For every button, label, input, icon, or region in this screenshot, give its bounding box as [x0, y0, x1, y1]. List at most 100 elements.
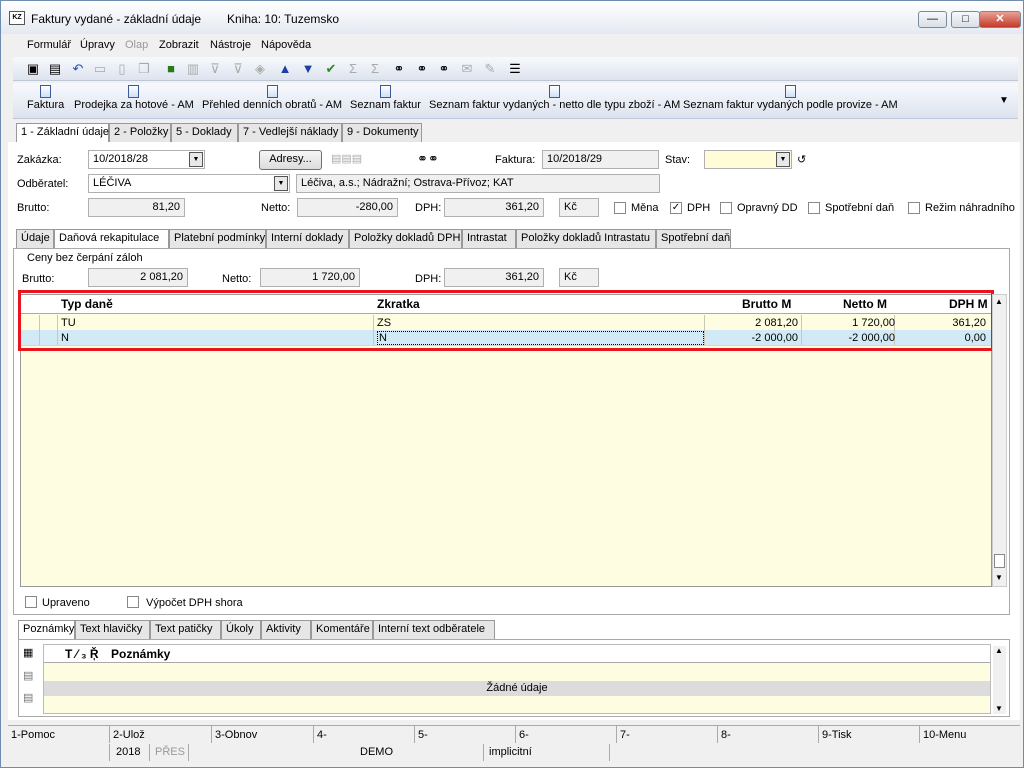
- notes-header-col[interactable]: Poznámky: [111, 647, 170, 661]
- fkey-8[interactable]: 8-: [721, 729, 731, 741]
- zakazka-field[interactable]: 10/2018/28 ▼: [88, 150, 205, 169]
- table-scrollbar[interactable]: ▲ ▼: [992, 294, 1007, 587]
- minimize-button[interactable]: —: [918, 11, 947, 28]
- tab-intrastat[interactable]: Intrastat: [462, 229, 516, 248]
- add-note-icon[interactable]: ▦: [23, 646, 33, 659]
- tab-dokumenty[interactable]: 9 - Dokumenty: [342, 123, 422, 142]
- report-seznam[interactable]: Seznam faktur: [350, 85, 421, 111]
- open-icon[interactable]: ▭: [92, 61, 108, 77]
- cell-zkratka[interactable]: N: [377, 331, 704, 345]
- scroll-down-icon[interactable]: ▼: [995, 704, 1003, 713]
- report-prehled[interactable]: Přehled denních obratů - AM: [202, 85, 342, 111]
- sum-icon[interactable]: Σ: [345, 61, 361, 77]
- delete-note-icon[interactable]: ▤: [23, 691, 33, 704]
- stack-icon[interactable]: ◈: [252, 61, 268, 77]
- col-typ-dane[interactable]: Typ daně: [61, 297, 113, 311]
- report-prodejka[interactable]: Prodejka za hotové - AM: [74, 85, 194, 111]
- tab-interni-doklady[interactable]: Interní doklady: [266, 229, 349, 248]
- tab-polozky-dph[interactable]: Položky dokladů DPH: [349, 229, 462, 248]
- tab-polozky-intrastatu[interactable]: Položky dokladů Intrastatu: [516, 229, 656, 248]
- table-row[interactable]: N N -2 000,00 -2 000,00 0,00: [21, 330, 991, 346]
- edit-icon[interactable]: ✎: [482, 61, 498, 77]
- vypocet-checkbox[interactable]: [127, 596, 139, 608]
- tab-ukoly[interactable]: Úkoly: [221, 620, 261, 639]
- col-netto[interactable]: Netto M: [843, 297, 887, 311]
- report-faktura[interactable]: Faktura: [27, 85, 64, 111]
- menu-napoveda[interactable]: Nápověda: [261, 39, 311, 51]
- mail-icon[interactable]: ✉: [459, 61, 475, 77]
- opravny-checkbox[interactable]: [720, 202, 732, 214]
- lock-icon[interactable]: ■: [163, 61, 179, 77]
- report-seznam-netto[interactable]: Seznam faktur vydaných - netto dle typu …: [429, 85, 680, 111]
- copy-icon[interactable]: ❐: [136, 61, 152, 77]
- tab-spotrebni-dan[interactable]: Spotřební daň: [656, 229, 731, 248]
- rezim-checkbox[interactable]: [908, 202, 920, 214]
- chevron-down-icon[interactable]: ▼: [274, 176, 288, 191]
- fkey-5[interactable]: 5-: [418, 729, 428, 741]
- filter-clear-icon[interactable]: ⊽: [230, 61, 246, 77]
- upraveno-checkbox[interactable]: [25, 596, 37, 608]
- scroll-up-icon[interactable]: ▲: [995, 646, 1003, 655]
- tab-text-paticky[interactable]: Text patičky: [150, 620, 221, 639]
- fkey-2[interactable]: 2-Ulož: [113, 729, 145, 741]
- tab-text-hlavicky[interactable]: Text hlavičky: [75, 620, 150, 639]
- menu-formular[interactable]: Formulář: [27, 39, 71, 51]
- tab-vedlejsi-naklady[interactable]: 7 - Vedlejší náklady: [238, 123, 342, 142]
- binoculars-icon[interactable]: ⚭⚭: [417, 151, 439, 167]
- chevron-down-icon[interactable]: ▼: [999, 95, 1009, 106]
- edit-note-icon[interactable]: ▤: [23, 669, 33, 682]
- menu-zobrazit[interactable]: Zobrazit: [159, 39, 199, 51]
- fkey-9[interactable]: 9-Tisk: [822, 729, 852, 741]
- chevron-down-icon[interactable]: ▼: [776, 152, 790, 167]
- faktura-field[interactable]: 10/2018/29: [542, 150, 659, 169]
- fkey-10[interactable]: 10-Menu: [923, 729, 966, 741]
- fkey-3[interactable]: 3-Obnov: [215, 729, 257, 741]
- save-icon[interactable]: ▣: [25, 61, 41, 77]
- tab-interni-text[interactable]: Interní text odběratele: [373, 620, 495, 639]
- scroll-up-icon[interactable]: ▲: [995, 297, 1003, 306]
- tab-zakladni-udaje[interactable]: 1 - Základní údaje: [16, 123, 109, 143]
- arrow-down-icon[interactable]: ▼: [300, 61, 316, 77]
- check-icon[interactable]: ✔: [323, 61, 339, 77]
- menu-olap[interactable]: Olap: [125, 39, 148, 51]
- report-seznam-provize[interactable]: Seznam faktur vydaných podle provize - A…: [683, 85, 898, 111]
- adresy-button[interactable]: Adresy...: [259, 150, 322, 170]
- chevron-down-icon[interactable]: ▼: [189, 152, 203, 167]
- save-as-icon[interactable]: ▤: [47, 61, 63, 77]
- history-icon[interactable]: ↺: [797, 153, 806, 166]
- menu-lines-icon[interactable]: ☰: [507, 61, 523, 77]
- binoculars-icon[interactable]: ⚭: [391, 61, 407, 77]
- col-zkratka[interactable]: Zkratka: [377, 297, 420, 311]
- tab-udaje[interactable]: Údaje: [16, 229, 54, 248]
- fkey-1[interactable]: 1-Pomoc: [11, 729, 55, 741]
- fkey-4[interactable]: 4-: [317, 729, 327, 741]
- scroll-thumb[interactable]: [994, 554, 1005, 568]
- find-filter-icon[interactable]: ⚭: [436, 61, 452, 77]
- col-brutto[interactable]: Brutto M: [742, 297, 791, 311]
- dph-checkbox[interactable]: ✓: [670, 202, 682, 214]
- mena-checkbox[interactable]: [614, 202, 626, 214]
- tab-komentare[interactable]: Komentáře: [311, 620, 373, 639]
- fkey-7[interactable]: 7-: [620, 729, 630, 741]
- table-row[interactable]: TU ZS 2 081,20 1 720,00 361,20: [21, 315, 991, 331]
- stav-field[interactable]: ▼: [704, 150, 792, 169]
- close-button[interactable]: ✕: [979, 11, 1021, 28]
- odberatel-field[interactable]: LÉČIVA ▼: [88, 174, 290, 193]
- book-icon[interactable]: ▥: [185, 61, 201, 77]
- tab-danova-rekapitulace[interactable]: Daňová rekapitulace: [54, 229, 169, 249]
- sum-filter-icon[interactable]: Σ: [367, 61, 383, 77]
- tab-doklady[interactable]: 5 - Doklady: [171, 123, 238, 142]
- tab-poznamky[interactable]: Poznámky: [18, 620, 75, 640]
- filter-icon[interactable]: ⊽: [207, 61, 223, 77]
- fkey-6[interactable]: 6-: [519, 729, 529, 741]
- find-next-icon[interactable]: ⚭: [414, 61, 430, 77]
- menu-nastroje[interactable]: Nástroje: [210, 39, 251, 51]
- undo-icon[interactable]: ↶: [70, 61, 86, 77]
- scroll-down-icon[interactable]: ▼: [995, 573, 1003, 582]
- col-dph[interactable]: DPH M: [949, 297, 988, 311]
- maximize-button[interactable]: □: [951, 11, 980, 28]
- menu-upravy[interactable]: Úpravy: [80, 39, 115, 51]
- tab-platebni-podminky[interactable]: Platební podmínky: [169, 229, 266, 248]
- tab-aktivity[interactable]: Aktivity: [261, 620, 311, 639]
- spotrebni-checkbox[interactable]: [808, 202, 820, 214]
